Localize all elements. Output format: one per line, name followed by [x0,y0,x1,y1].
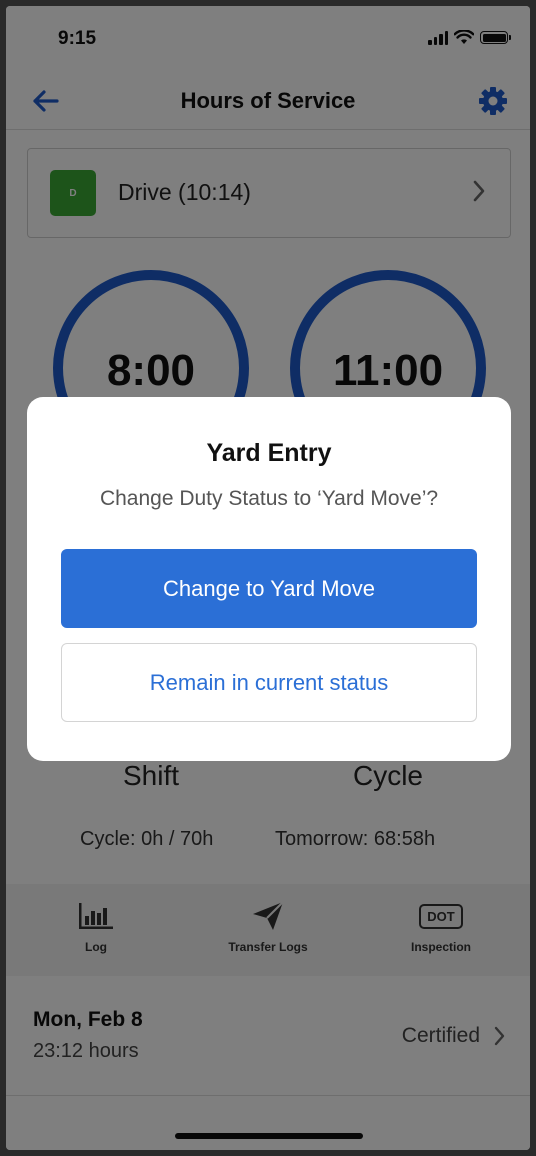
dialog-message: Change Duty Status to ‘Yard Move’? [99,487,439,510]
app-screen: 9:15 Hours of Service [6,6,530,1150]
yard-entry-dialog: Yard Entry Change Duty Status to ‘Yard M… [27,397,511,761]
change-to-yard-move-button[interactable]: Change to Yard Move [61,549,477,628]
dialog-title: Yard Entry [206,439,332,467]
remain-in-status-button[interactable]: Remain in current status [61,643,477,722]
